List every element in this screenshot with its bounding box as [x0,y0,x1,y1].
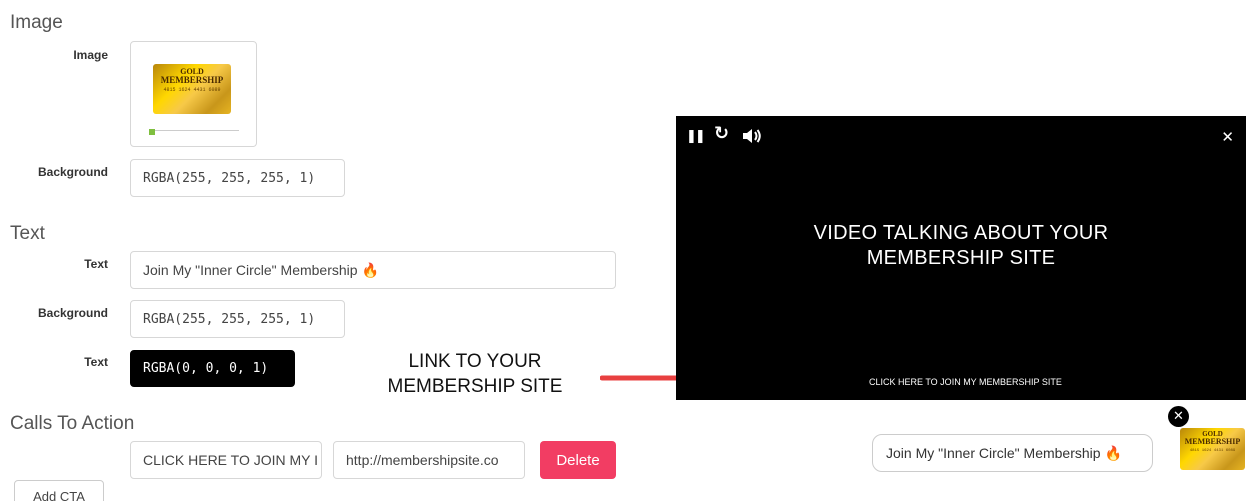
image-section-title: Image [10,12,63,33]
video-player[interactable]: ❚❚ ↻ ✕ VIDEO TALKING ABOUT YOUR MEMBERSH… [676,116,1246,400]
annotation-line-1: LINK TO YOUR [408,351,542,372]
text-section-title: Text [10,223,45,244]
replay-icon[interactable]: ↻ [714,123,729,144]
video-headline: VIDEO TALKING ABOUT YOUR MEMBERSHIP SITE [676,221,1246,271]
text-field-label: Text [84,257,108,271]
gold-membership-card-image: GOLD MEMBERSHIP 4815 1624 4431 6089 [153,64,231,114]
thumbnail-footer-mark [149,129,155,135]
image-background-color-field[interactable]: RGBA(255, 255, 255, 1) [130,159,345,197]
thumbnail-footer-line [149,129,239,135]
video-cta-link[interactable]: CLICK HERE TO JOIN MY MEMBERSHIP SITE [869,377,1062,387]
text-background-label: Background [37,306,108,320]
cta-text-input[interactable]: Join My "Inner Circle" Membership 🔥 [130,251,616,289]
floating-card-number-text: 4815 1624 4431 6089 [1189,449,1236,453]
pause-icon[interactable]: ❚❚ [686,128,706,144]
text-color-label: Text [84,355,108,369]
floating-close-icon[interactable]: ✕ [1168,406,1189,427]
video-headline-line-2: MEMBERSHIP SITE [866,247,1056,269]
image-thumbnail[interactable]: GOLD MEMBERSHIP 4815 1624 4431 6089 [130,41,257,147]
image-background-label: Background [37,165,108,179]
image-field-label: Image [73,48,108,62]
floating-card-membership-text: MEMBERSHIP [1184,437,1241,446]
text-background-color-field[interactable]: RGBA(255, 255, 255, 1) [130,300,345,338]
add-cta-button[interactable]: Add CTA [14,480,104,501]
volume-icon[interactable] [742,128,762,147]
cta-section-title: Calls To Action [10,413,135,434]
card-membership-text: MEMBERSHIP [160,75,224,85]
floating-gold-card-thumbnail[interactable]: GOLD MEMBERSHIP 4815 1624 4431 6089 [1180,428,1245,470]
close-icon[interactable]: ✕ [1221,128,1234,146]
floating-cta-pill[interactable]: Join My "Inner Circle" Membership 🔥 [872,434,1153,472]
video-headline-line-1: VIDEO TALKING ABOUT YOUR [813,222,1109,244]
card-number-text: 4815 1624 4431 6089 [163,87,221,93]
annotation-line-2: MEMBERSHIP SITE [387,376,563,397]
text-color-field[interactable]: RGBA(0, 0, 0, 1) [130,350,295,387]
link-annotation: LINK TO YOUR MEMBERSHIP SITE [372,349,578,399]
cta-button-text-input[interactable]: CLICK HERE TO JOIN MY I [130,441,322,479]
cta-url-input[interactable]: http://membershipsite.co [333,441,525,479]
delete-cta-button[interactable]: Delete [540,441,616,479]
